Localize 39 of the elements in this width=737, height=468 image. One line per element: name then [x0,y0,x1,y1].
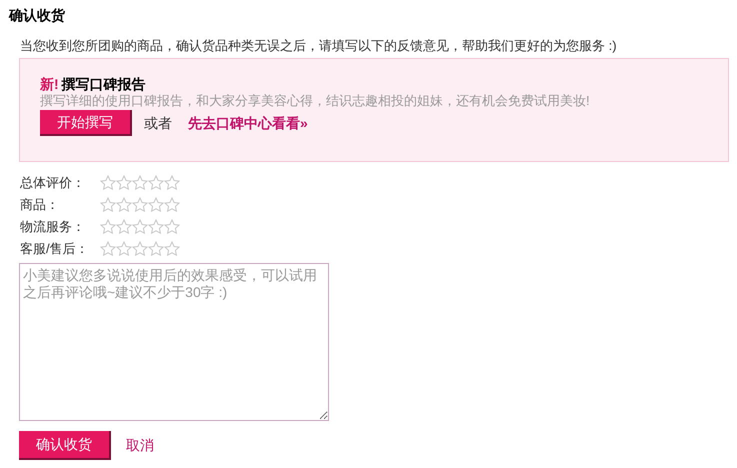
star-rating[interactable] [100,197,180,213]
star-outline-icon[interactable] [116,241,132,257]
promo-heading: 撰写口碑报告 [62,76,146,93]
star-outline-icon[interactable] [100,219,116,235]
star-outline-icon[interactable] [164,219,180,235]
new-label: 新! [40,76,59,93]
star-outline-icon[interactable] [116,175,132,191]
start-writing-button[interactable]: 开始撰写 [40,110,132,136]
star-outline-icon[interactable] [100,197,116,213]
promo-description: 撰写详细的使用口碑报告，和大家分享美容心得，结识志趣相投的姐妹，还有机会免费试用美妆! [40,93,591,109]
star-outline-icon[interactable] [164,175,180,191]
star-outline-icon[interactable] [100,175,116,191]
comment-field[interactable]: 小美建议您多说说使用后的效果感受，可以试用之后再评论哦~建议不少于30字 :) [19,263,329,421]
star-outline-icon[interactable] [132,175,148,191]
rating-label: 总体评价： [20,174,86,192]
star-outline-icon[interactable] [148,219,164,235]
star-outline-icon[interactable] [148,175,164,191]
rating-label: 商品： [20,196,60,214]
reviews-center-link[interactable]: 先去口碑中心看看» [188,112,308,134]
page-title: 确认收货 [9,6,66,25]
star-rating[interactable] [100,241,180,257]
star-rating[interactable] [100,175,180,191]
star-outline-icon[interactable] [116,219,132,235]
star-outline-icon[interactable] [164,197,180,213]
rating-label: 客服/售后： [20,240,90,258]
or-text: 或者 [144,114,172,132]
cancel-link[interactable]: 取消 [126,435,154,456]
intro-text: 当您收到您所团购的商品，确认货品种类无误之后，请填写以下的反馈意见，帮助我们更好的为您服务 :) [20,37,618,55]
star-outline-icon[interactable] [148,197,164,213]
star-outline-icon[interactable] [132,197,148,213]
star-outline-icon[interactable] [132,219,148,235]
star-outline-icon[interactable] [116,197,132,213]
star-outline-icon[interactable] [100,241,116,257]
star-rating[interactable] [100,219,180,235]
star-outline-icon[interactable] [148,241,164,257]
rating-label: 物流服务： [20,218,86,236]
confirm-receipt-button[interactable]: 确认收货 [19,431,111,460]
star-outline-icon[interactable] [164,241,180,257]
star-outline-icon[interactable] [132,241,148,257]
